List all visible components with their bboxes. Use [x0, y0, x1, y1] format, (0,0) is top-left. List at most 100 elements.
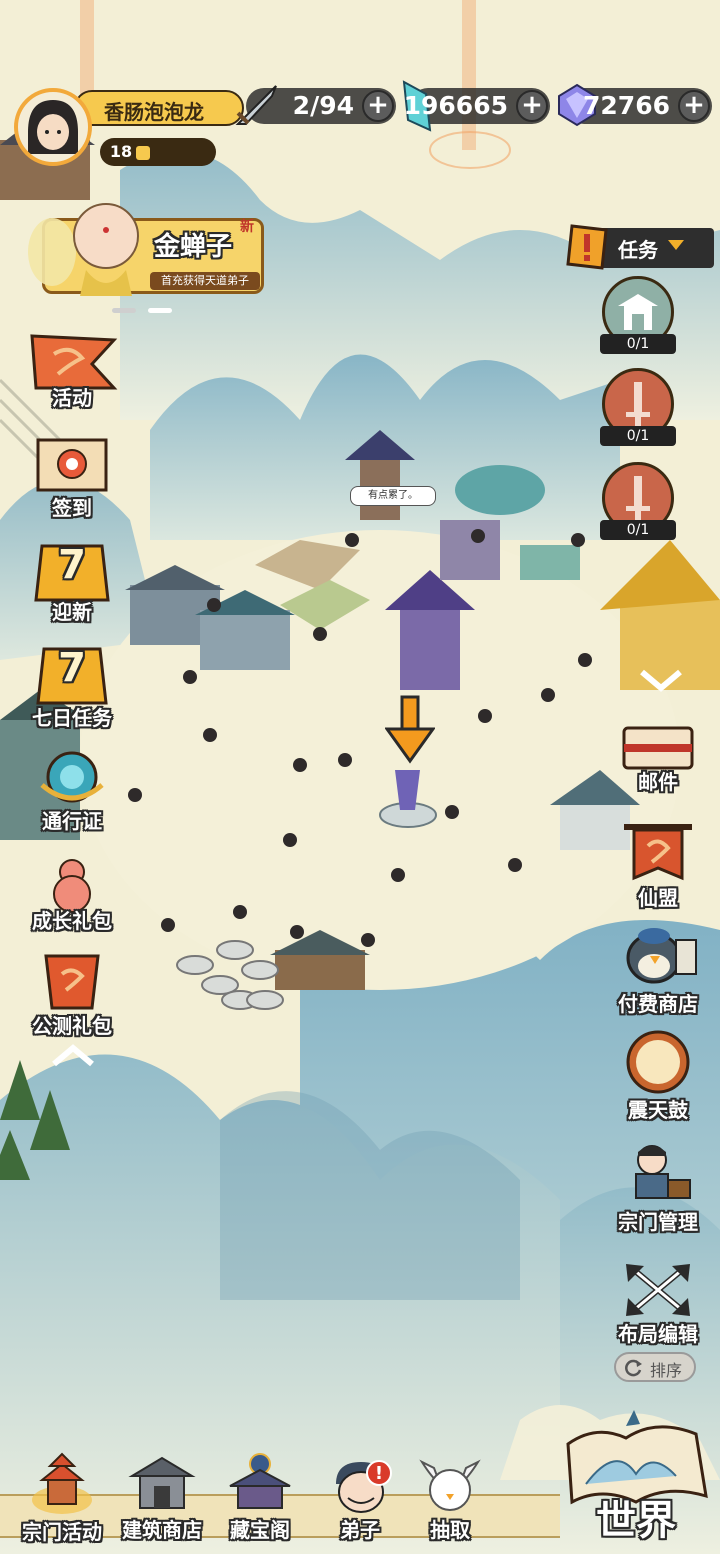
- sort-label: 排序: [650, 1361, 683, 1380]
- summon-label: 抽取: [430, 1518, 470, 1542]
- winged-spirit-icon: [419, 1459, 481, 1511]
- checkin-button[interactable]: 签到: [22, 430, 122, 520]
- sect-management-button[interactable]: 宗门管理: [606, 1138, 710, 1234]
- battle-pass-button[interactable]: 通行证: [22, 745, 122, 833]
- scroll-target-icon: [36, 438, 108, 492]
- welcome-badge: 7: [58, 542, 86, 588]
- monk-character-icon: [28, 203, 139, 296]
- summon-tab[interactable]: 抽取: [402, 1450, 498, 1546]
- first-recharge-promo[interactable]: 金蝉子 新 首充获得天道弟子: [22, 200, 266, 296]
- mail-button[interactable]: 邮件: [606, 716, 710, 796]
- welcome-label: 迎新: [52, 600, 92, 624]
- refresh-icon: [625, 1359, 642, 1377]
- new-badge-text: 新: [240, 219, 254, 235]
- event-label: 活动: [52, 386, 92, 410]
- sword-icon: [235, 85, 277, 125]
- war-drum-button[interactable]: 震天鼓: [606, 1026, 710, 1122]
- beta-pack-label: 公测礼包: [32, 1014, 112, 1038]
- disciple-tab[interactable]: ! 弟子: [312, 1450, 408, 1546]
- paid-shop-button[interactable]: 付费商店: [606, 920, 710, 1016]
- player-profile[interactable]: 香肠泡泡龙 18: [14, 88, 244, 168]
- add-jade-button[interactable]: +: [516, 90, 548, 122]
- task-progress: 0/1: [600, 520, 676, 540]
- new-badge: 新: [240, 216, 254, 236]
- treasure-pavilion-label: 藏宝阁: [230, 1518, 290, 1542]
- layout-edit-button[interactable]: 布局编辑: [606, 1260, 710, 1350]
- welcome-button[interactable]: 7 迎新: [22, 540, 122, 630]
- building-shop-label: 建筑商店: [122, 1518, 202, 1542]
- level-value: 18: [109, 142, 133, 161]
- task-book-icon: [566, 224, 608, 270]
- drum-icon: [626, 1030, 690, 1094]
- sword-icon: [626, 382, 650, 427]
- collapse-right-menu-button[interactable]: [636, 666, 686, 696]
- quest-arrow-icon[interactable]: [385, 695, 435, 765]
- gem-counter[interactable]: 72766 +: [558, 83, 712, 127]
- war-drum-label: 震天鼓: [628, 1098, 688, 1122]
- disciple-alert-text: !: [374, 1463, 384, 1484]
- task-item[interactable]: 0/1: [600, 276, 678, 356]
- task-progress: 0/1: [600, 426, 676, 446]
- promo-subtitle: 首充获得天道弟子: [161, 274, 249, 287]
- task-item[interactable]: 0/1: [600, 368, 678, 448]
- disciple-alert-badge: !: [366, 1460, 392, 1486]
- envelope-icon: [622, 726, 694, 770]
- pavilion-icon: [229, 1453, 291, 1509]
- sort-button[interactable]: 排序: [614, 1352, 696, 1382]
- pagoda-icon: [32, 1452, 92, 1514]
- promo-name: 金蝉子: [154, 232, 233, 262]
- paid-shop-label: 付费商店: [618, 992, 698, 1016]
- stamina-counter[interactable]: 2/94 +: [235, 85, 396, 125]
- growth-pack-label: 成长礼包: [32, 909, 112, 933]
- carousel-indicator: [112, 308, 172, 314]
- shopkeeper-bird-icon: [626, 928, 697, 984]
- seven-day-task-button[interactable]: 7 七日任务: [22, 645, 122, 730]
- building-shop-tab[interactable]: 建筑商店: [114, 1450, 210, 1546]
- speech-text: 有点累了。: [368, 490, 418, 501]
- level-badge: 18: [104, 136, 138, 168]
- disciple-label: 弟子: [340, 1518, 380, 1542]
- gift-flag-icon: [44, 954, 100, 1010]
- jade-counter[interactable]: 196665 +: [402, 80, 550, 132]
- shop-building-icon: [128, 1456, 196, 1509]
- battle-pass-label: 通行证: [42, 809, 102, 833]
- player-name: 香肠泡泡龙: [104, 100, 204, 124]
- checkin-label: 签到: [52, 496, 92, 520]
- beta-pack-button[interactable]: 公测礼包: [22, 950, 122, 1040]
- banner-icon: [624, 824, 692, 881]
- stamina-value: 2/94: [292, 91, 354, 120]
- avatar[interactable]: [14, 88, 92, 166]
- alliance-label: 仙盟: [638, 886, 678, 910]
- sect-event-label: 宗门活动: [22, 1520, 102, 1544]
- event-button[interactable]: 活动: [22, 330, 122, 410]
- seven-day-task-label: 七日任务: [32, 706, 112, 730]
- task-item[interactable]: 0/1: [600, 462, 678, 542]
- gem-value: 72766: [583, 91, 670, 120]
- task-label: 任务: [618, 238, 658, 262]
- sword-icon: [626, 476, 650, 521]
- npc-speech-bubble: 有点累了。: [350, 486, 436, 506]
- growth-pack-button[interactable]: 成长礼包: [22, 850, 122, 935]
- disciple-manager-icon: [635, 1145, 691, 1199]
- world-label: 世界: [596, 1498, 676, 1544]
- move-arrows-icon: [626, 1264, 690, 1316]
- world-button[interactable]: 世界: [556, 1404, 716, 1544]
- task-progress: 0/1: [600, 334, 676, 354]
- collapse-left-menu-button[interactable]: [48, 1040, 98, 1070]
- layout-edit-label: 布局编辑: [618, 1322, 698, 1346]
- promo-subtitle-bar: 首充获得天道弟子: [150, 272, 260, 290]
- chevron-down-icon: [640, 669, 682, 692]
- add-stamina-button[interactable]: +: [362, 90, 394, 122]
- add-gem-button[interactable]: +: [678, 90, 710, 122]
- jade-value: 196665: [403, 91, 508, 120]
- mail-label: 邮件: [638, 770, 678, 794]
- task-toggle[interactable]: 任务: [564, 222, 714, 272]
- orb-emblem-icon: [40, 751, 104, 803]
- hall-icon: [618, 294, 658, 330]
- treasure-pavilion-tab[interactable]: 藏宝阁: [212, 1450, 308, 1546]
- sect-event-tab[interactable]: 宗门活动: [14, 1450, 110, 1546]
- level-bar-fill: [136, 146, 150, 160]
- dropdown-triangle-icon: [668, 240, 684, 250]
- alliance-button[interactable]: 仙盟: [606, 814, 710, 910]
- sect-management-label: 宗门管理: [618, 1210, 698, 1234]
